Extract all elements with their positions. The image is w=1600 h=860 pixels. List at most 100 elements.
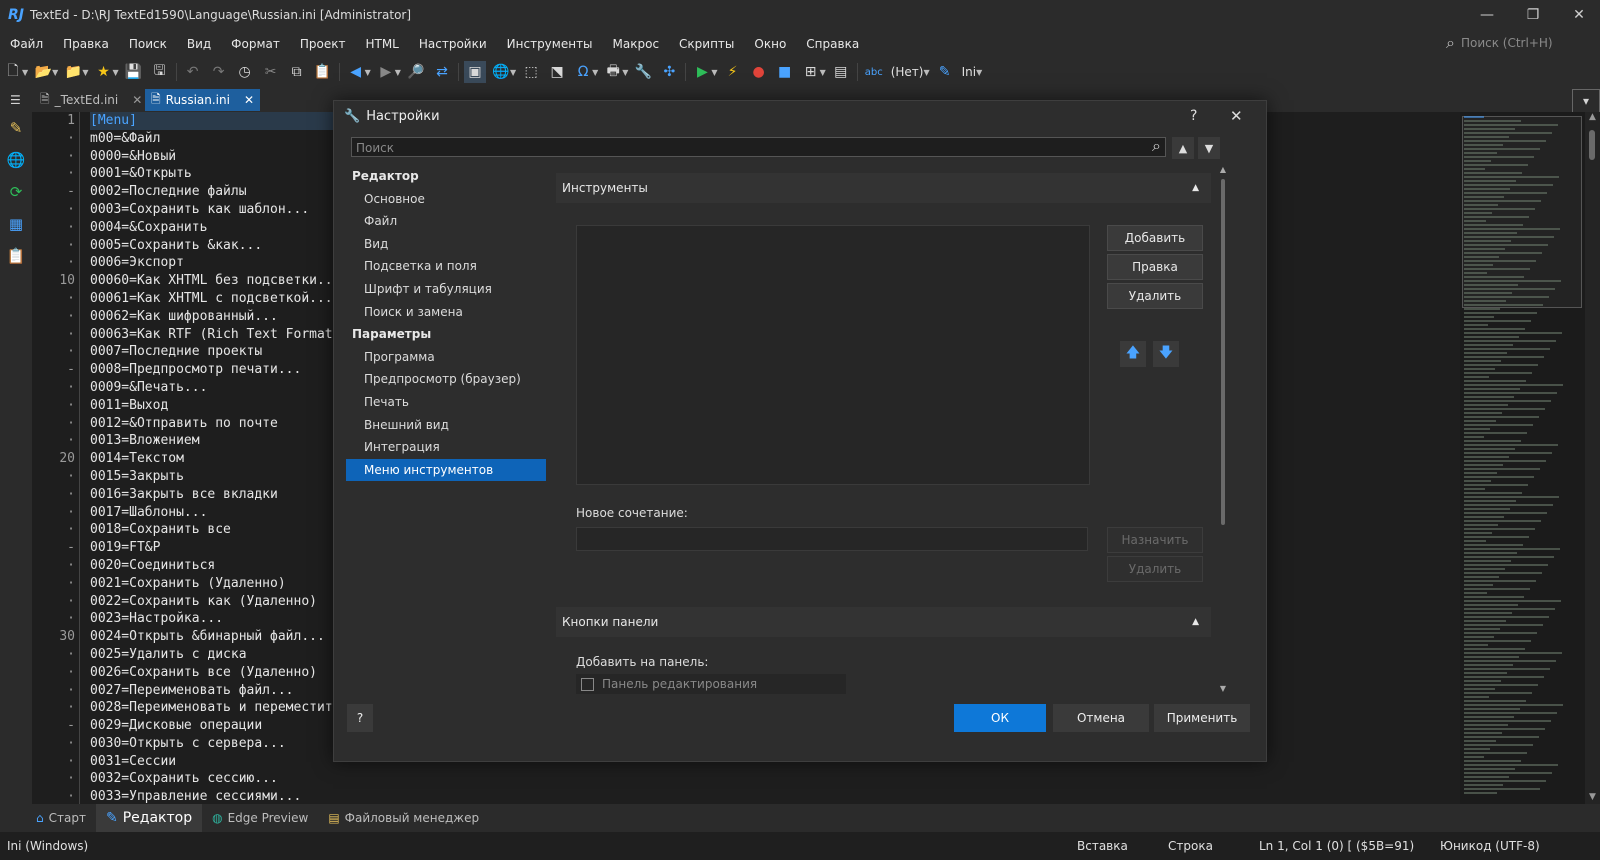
checkbox[interactable] xyxy=(581,677,594,691)
code-line[interactable]: 00060=Как XHTML без подсветки... xyxy=(90,272,340,290)
menu-file[interactable]: Файл xyxy=(0,37,53,51)
status-encoding[interactable]: Юникод (UTF-8) xyxy=(1440,839,1540,853)
scroll-thumb[interactable] xyxy=(1589,130,1595,160)
dialog-scrollbar[interactable]: ▲ ▼ xyxy=(1218,165,1228,693)
remove-shortcut-button[interactable]: Удалить xyxy=(1107,556,1203,582)
tab-russian-ini[interactable]: 🗎 Russian.ini ✕ xyxy=(145,89,261,111)
code-line[interactable]: 0026=Сохранить все (Удаленно) xyxy=(90,664,340,682)
footer-help-button[interactable]: ? xyxy=(347,704,373,732)
record-icon[interactable]: ● xyxy=(748,61,770,83)
layout-icon[interactable]: ⊞ xyxy=(800,61,822,83)
favorites-icon[interactable]: ★ xyxy=(92,61,114,83)
tab-start[interactable]: ⌂ Старт xyxy=(26,804,96,832)
search-prev-button[interactable]: ▲ xyxy=(1172,137,1194,159)
scroll-thumb[interactable] xyxy=(1221,179,1225,525)
code-line[interactable]: 0027=Переименовать файл... xyxy=(90,682,340,700)
tree-group-params[interactable]: Параметры xyxy=(346,323,546,346)
close-icon[interactable]: ✕ xyxy=(244,93,254,107)
preview-icon[interactable]: ▣ xyxy=(463,61,486,83)
code-line[interactable]: 0003=Сохранить как шаблон... xyxy=(90,201,340,219)
tab-list-dropdown[interactable]: ▾ xyxy=(1572,89,1600,113)
panel-icon[interactable]: ▤ xyxy=(830,61,852,83)
undo-icon[interactable]: ↶ xyxy=(182,61,204,83)
settings-search-input[interactable]: Поиск ⌕ xyxy=(351,136,1166,157)
spellcheck-language[interactable]: (Нет) xyxy=(891,65,924,79)
apply-button[interactable]: Применить xyxy=(1154,704,1250,732)
code-line[interactable]: 0020=Соединиться xyxy=(90,557,340,575)
tools-list[interactable] xyxy=(576,225,1090,485)
tree-item-appearance[interactable]: Внешний вид xyxy=(346,414,546,437)
find-icon[interactable]: 🔎 xyxy=(405,61,427,83)
tab-editor[interactable]: ✎ Редактор xyxy=(95,804,203,832)
code-line[interactable]: 00061=Как XHTML с подсветкой... xyxy=(90,290,340,308)
code-line[interactable]: 0029=Дисковые операции xyxy=(90,717,340,735)
copy-icon[interactable]: ⧉ xyxy=(286,61,308,83)
edit-tool-button[interactable]: Правка xyxy=(1107,254,1203,280)
snippet-icon[interactable]: ⬚ xyxy=(520,61,542,83)
code-lines[interactable]: [Menu] m00=&Файл 0000=&Новый 0001=&Открыть 0… xyxy=(90,112,341,806)
highlighter-icon[interactable]: ✎ xyxy=(934,61,956,83)
clip-icon[interactable]: ⬔ xyxy=(546,61,568,83)
clip-tools-icon[interactable]: ✎ xyxy=(0,112,32,144)
code-line[interactable]: 0032=Сохранить сессию... xyxy=(90,770,340,788)
code-line[interactable]: 0028=Переименовать и переместить xyxy=(90,699,340,717)
code-line[interactable]: 0018=Сохранить все xyxy=(90,521,340,539)
save-all-icon[interactable]: 🖫 xyxy=(149,61,171,83)
menu-window[interactable]: Окно xyxy=(744,37,796,51)
tree-icon[interactable]: ☰ xyxy=(4,89,36,111)
dialog-close-button[interactable]: ✕ xyxy=(1230,107,1243,125)
code-line[interactable]: 0014=Текстом xyxy=(90,450,340,468)
code-line[interactable]: 0031=Сессии xyxy=(90,753,340,771)
tree-item-font[interactable]: Шрифт и табуляция xyxy=(346,278,546,301)
code-line[interactable]: 0024=Открыть &бинарный файл... xyxy=(90,628,340,646)
lightning-icon[interactable]: ⚡ xyxy=(722,61,744,83)
menu-view[interactable]: Вид xyxy=(177,37,221,51)
code-line[interactable]: [Menu] xyxy=(90,112,341,130)
menu-edit[interactable]: Правка xyxy=(53,37,119,51)
code-line[interactable]: 0016=Закрыть все вкладки xyxy=(90,486,340,504)
close-button[interactable]: ✕ xyxy=(1556,0,1600,30)
snippets-icon[interactable]: ▦ xyxy=(0,208,32,240)
panel-option-row[interactable]: Панель редактирования xyxy=(576,674,846,694)
vertical-scrollbar[interactable]: ▲ ▼ xyxy=(1585,112,1600,804)
code-line[interactable]: 0006=Экспорт xyxy=(90,254,340,272)
code-line[interactable]: 0009=&Печать... xyxy=(90,379,340,397)
notes-icon[interactable]: 📋 xyxy=(0,240,32,272)
tab-file-manager[interactable]: ▤ Файловый менеджер xyxy=(318,804,489,832)
code-line[interactable]: 0023=Настройка... xyxy=(90,610,340,628)
dialog-help-button[interactable]: ? xyxy=(1190,108,1197,124)
code-line[interactable]: 0015=Закрыть xyxy=(90,468,340,486)
forward-icon[interactable]: ▶ xyxy=(375,61,397,83)
code-line[interactable]: m00=&Файл xyxy=(90,130,340,148)
spellcheck-icon[interactable]: abc xyxy=(863,61,885,83)
stop-icon[interactable]: ■ xyxy=(774,61,796,83)
assign-shortcut-button[interactable]: Назначить xyxy=(1107,527,1203,553)
status-mode[interactable]: Ini (Windows) xyxy=(7,839,88,853)
menu-help[interactable]: Справка xyxy=(796,37,869,51)
run-icon[interactable]: ▶ xyxy=(691,61,713,83)
search-next-button[interactable]: ▼ xyxy=(1198,137,1220,159)
code-line[interactable]: 0007=Последние проекты xyxy=(90,343,340,361)
tree-group-editor[interactable]: Редактор xyxy=(346,165,546,188)
close-icon[interactable]: ✕ xyxy=(132,93,142,107)
code-line[interactable]: 0008=Предпросмотр печати... xyxy=(90,361,340,379)
history-icon[interactable]: ◷ xyxy=(234,61,256,83)
cancel-button[interactable]: Отмена xyxy=(1053,704,1149,732)
open-folder-icon[interactable]: 📂 xyxy=(32,61,54,83)
new-shortcut-input[interactable] xyxy=(576,527,1088,551)
menu-settings[interactable]: Настройки xyxy=(409,37,497,51)
code-line[interactable]: 0001=&Открыть xyxy=(90,165,340,183)
menu-html[interactable]: HTML xyxy=(355,37,408,51)
code-line[interactable]: 0030=Открыть с сервера... xyxy=(90,735,340,753)
code-line[interactable]: 0025=Удалить с диска xyxy=(90,646,340,664)
scroll-down-arrow[interactable]: ▼ xyxy=(1585,792,1600,802)
code-line[interactable]: 0021=Сохранить (Удаленно) xyxy=(90,575,340,593)
redo-icon[interactable]: ↷ xyxy=(208,61,230,83)
browser-icon[interactable]: 🌐 xyxy=(490,61,512,83)
collapse-icon[interactable]: ▲ xyxy=(1192,617,1199,627)
code-line[interactable]: 0004=&Сохранить xyxy=(90,219,340,237)
collapse-icon[interactable]: ▲ xyxy=(1192,183,1199,193)
global-search-input[interactable]: ⌕ Поиск (Ctrl+H) xyxy=(1446,32,1586,54)
scroll-up-arrow[interactable]: ▲ xyxy=(1585,112,1600,122)
print-icon[interactable]: 🖶 xyxy=(602,61,624,83)
